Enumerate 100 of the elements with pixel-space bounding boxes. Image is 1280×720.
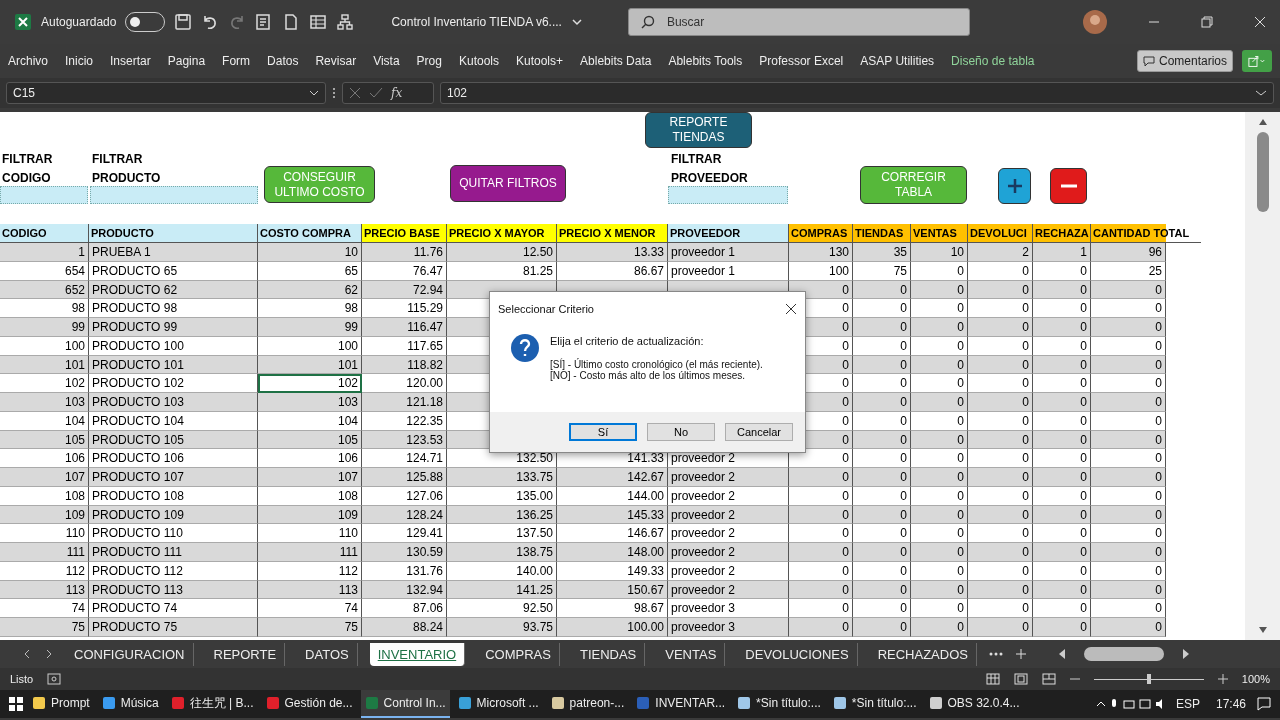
more-icon[interactable]	[988, 651, 1003, 657]
more-icon[interactable]	[332, 86, 336, 100]
taskbar-item[interactable]: Prompt	[28, 690, 94, 718]
ribbon-tab[interactable]: Pagina	[167, 54, 206, 68]
sheet-tab[interactable]: RECHAZADOS	[869, 642, 977, 666]
column-header[interactable]: PRECIO X MENOR	[557, 224, 668, 243]
column-header[interactable]: RECHAZA	[1033, 224, 1091, 243]
autosave-toggle[interactable]	[125, 12, 166, 32]
formula-field[interactable]: 102	[440, 82, 1274, 104]
vertical-scrollbar[interactable]	[1245, 112, 1280, 640]
taskbar-item[interactable]: Microsoft ...	[453, 690, 543, 718]
avatar-icon[interactable]	[1083, 10, 1107, 34]
ribbon-tab[interactable]: Inicio	[65, 54, 94, 68]
app-icon	[364, 696, 379, 710]
table-cell: 0	[1033, 374, 1091, 393]
sheet-tab[interactable]: TIENDAS	[571, 642, 646, 666]
sheet-tab[interactable]: DATOS	[297, 642, 358, 666]
sheet-tab[interactable]: COMPRAS	[477, 642, 560, 666]
scroll-down-icon[interactable]	[1257, 626, 1268, 634]
table-cell: 0	[1091, 393, 1166, 412]
ribbon-tab[interactable]: Kutools	[458, 54, 499, 68]
hierarchy-icon[interactable]	[336, 13, 355, 31]
filter-input-cell[interactable]	[0, 186, 88, 204]
macro-button[interactable]: QUITAR FILTROS	[450, 165, 566, 202]
ribbon-tab[interactable]: Form	[222, 54, 251, 68]
column-header[interactable]: DEVOLUCI	[968, 224, 1033, 243]
filter-input-cell[interactable]	[668, 186, 788, 204]
scroll-left-icon[interactable]	[1058, 648, 1066, 660]
comments-button[interactable]: Comentarios	[1136, 50, 1233, 72]
close-icon[interactable]	[785, 303, 797, 315]
next-sheet-icon[interactable]	[44, 649, 54, 659]
column-header[interactable]: PROVEEDOR	[668, 224, 789, 243]
taskbar-item[interactable]: INVENTAR...	[632, 690, 730, 718]
sheet-tab[interactable]: VENTAS	[657, 642, 726, 666]
taskbar-item[interactable]: Música	[97, 690, 163, 718]
scroll-thumb[interactable]	[1256, 132, 1269, 212]
taskbar-item[interactable]: patreon-...	[546, 690, 629, 718]
previous-sheet-icon[interactable]	[22, 649, 32, 659]
column-header[interactable]: CODIGO	[0, 224, 89, 243]
name-box[interactable]: C15	[6, 82, 326, 104]
column-header[interactable]: COMPRAS	[789, 224, 853, 243]
column-header[interactable]: PRODUCTO	[89, 224, 258, 243]
notifications-icon[interactable]	[1256, 696, 1272, 712]
zoom-in-icon[interactable]	[1217, 674, 1228, 684]
zoom-level[interactable]: 100%	[1241, 673, 1270, 685]
dialog-button[interactable]: Sí	[569, 423, 637, 441]
dialog-button[interactable]: Cancelar	[725, 423, 793, 441]
taskbar-item[interactable]: 往生咒 | B...	[166, 690, 258, 718]
normal-view-icon[interactable]	[985, 673, 1000, 685]
ribbon-tab[interactable]: Revisar	[315, 54, 357, 68]
page-break-icon[interactable]	[1041, 673, 1056, 685]
taskbar-item[interactable]: *Sin título:...	[733, 690, 825, 718]
taskbar-item[interactable]: Control In...	[360, 690, 450, 718]
ribbon-tab[interactable]: Professor Excel	[759, 54, 844, 68]
ribbon-tab[interactable]: Diseño de tabla	[951, 54, 1035, 68]
column-header[interactable]: COSTO COMPRA	[258, 224, 362, 243]
clock[interactable]: 17:46	[1209, 697, 1252, 711]
save-icon[interactable]	[174, 13, 193, 31]
ribbon-tab[interactable]: Prog	[416, 54, 442, 68]
restore-icon[interactable]	[1201, 16, 1213, 28]
macro-button[interactable]	[998, 168, 1031, 204]
column-header[interactable]: PRECIO BASE	[362, 224, 447, 243]
sheet-tab[interactable]: REPORTE	[205, 642, 286, 666]
taskbar-item[interactable]: Gestión de...	[261, 690, 357, 718]
scroll-right-icon[interactable]	[1182, 648, 1190, 660]
ribbon-tab[interactable]: Ablebits Data	[580, 54, 652, 68]
macro-button[interactable]: REPORTE TIENDAS	[645, 112, 752, 148]
taskbar-item[interactable]: OBS 32.0.4...	[924, 690, 1024, 718]
accessibility-icon[interactable]	[47, 673, 62, 685]
cancel-icon[interactable]	[349, 87, 361, 99]
ribbon-tab[interactable]: Vista	[373, 54, 400, 68]
scroll-up-icon[interactable]	[1257, 118, 1268, 126]
column-header[interactable]: PRECIO X MAYOR	[447, 224, 557, 243]
ribbon-tab[interactable]: Ablebits Tools	[668, 54, 743, 68]
ribbon-tab[interactable]: ASAP Utilities	[860, 54, 935, 68]
ribbon-tab[interactable]: Insertar	[110, 54, 151, 68]
dialog-button[interactable]: No	[647, 423, 715, 441]
sheet-tab[interactable]: INVENTARIO	[369, 642, 466, 666]
insert-function-button[interactable]: fx	[391, 86, 403, 100]
document-title[interactable]: Control Inventario TIENDA v6....	[391, 15, 562, 29]
check-icon[interactable]	[369, 87, 383, 99]
chevron-down-icon[interactable]	[570, 16, 583, 28]
column-header[interactable]: TIENDAS	[853, 224, 911, 243]
sheet-tab[interactable]: DEVOLUCIONES	[737, 642, 858, 666]
ribbon-tab[interactable]: Datos	[267, 54, 299, 68]
page-layout-icon[interactable]	[1013, 673, 1028, 685]
macro-button[interactable]	[1050, 168, 1087, 204]
add-sheet-icon[interactable]	[1014, 648, 1027, 660]
taskbar-item[interactable]: *Sin título:...	[828, 690, 921, 718]
column-header[interactable]: VENTAS	[911, 224, 968, 243]
ribbon-tab[interactable]: Archivo	[8, 54, 48, 68]
start-icon[interactable]	[8, 696, 24, 712]
search-field[interactable]: Buscar	[627, 8, 970, 36]
input-language[interactable]: ESP	[1169, 697, 1206, 711]
table-icon[interactable]	[309, 13, 328, 31]
zoom-slider-thumb[interactable]	[1146, 674, 1151, 684]
sheet-tab[interactable]: CONFIGURACION	[66, 642, 194, 666]
share-button[interactable]	[1242, 50, 1272, 72]
ribbon-tab[interactable]: Kutools+	[516, 54, 564, 68]
filter-input-cell[interactable]	[90, 186, 258, 204]
